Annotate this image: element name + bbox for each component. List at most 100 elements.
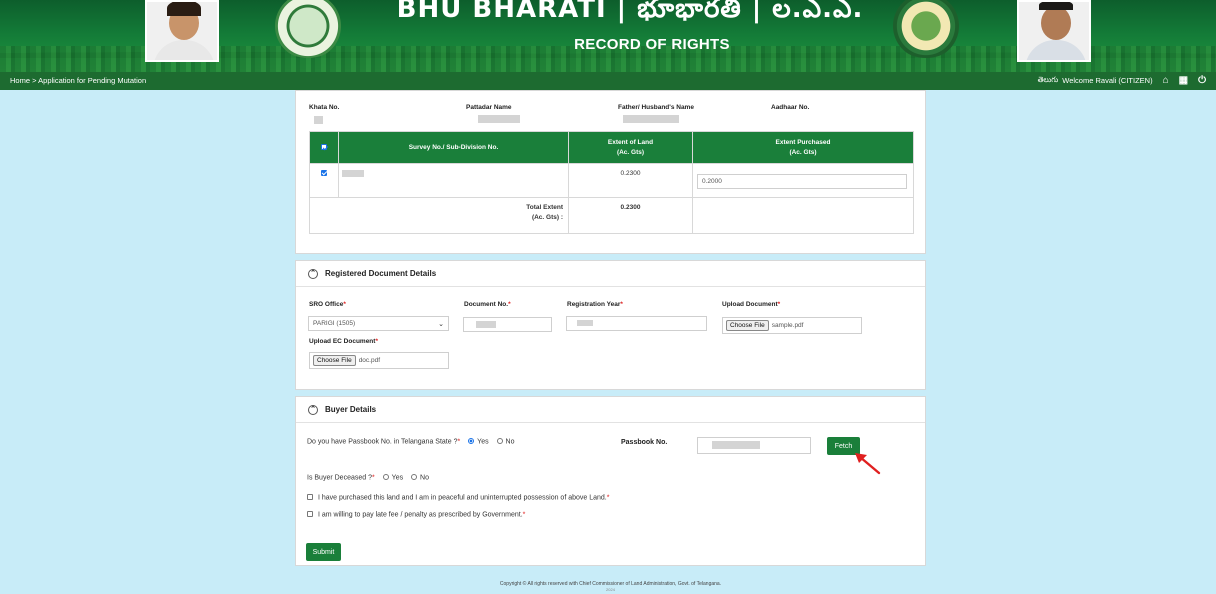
- passbook-question-row: Do you have Passbook No. in Telangana St…: [307, 438, 515, 445]
- chevron-down-icon: ⌄: [438, 320, 444, 328]
- required-marker: *: [606, 494, 610, 502]
- collapse-icon[interactable]: ⌃: [308, 268, 318, 279]
- total-extent-value: 0.2300: [568, 197, 693, 234]
- khata-no-value: [314, 116, 323, 124]
- extent-purchased-header-unit: (Ac. Gts): [789, 149, 817, 156]
- survey-table: Survey No./ Sub-Division No. Extent of L…: [309, 131, 914, 234]
- grid-menu-icon[interactable]: ▦: [1179, 75, 1188, 86]
- leader-photo-left: [145, 0, 219, 62]
- required-marker: *: [375, 338, 378, 345]
- declaration-1-text[interactable]: I have purchased this land and I am in p…: [318, 494, 607, 501]
- submit-button[interactable]: Submit: [306, 543, 341, 561]
- passbook-no-label: Passbook No.: [621, 439, 668, 446]
- copyright-year: 2024: [606, 587, 615, 592]
- deceased-question-row: Is Buyer Deceased ?* Yes No: [307, 474, 429, 481]
- survey-no-value: [342, 170, 364, 177]
- extent-purchased-input[interactable]: 0.2000: [697, 174, 907, 189]
- collapse-icon[interactable]: ⌃: [308, 404, 318, 415]
- declaration-2-row: I am willing to pay late fee / penalty a…: [307, 511, 525, 518]
- extent-purchased-header-label: Extent Purchased: [775, 139, 831, 146]
- document-no-label-text: Document No.: [464, 301, 509, 308]
- select-all-checkbox[interactable]: [321, 143, 327, 150]
- required-marker: *: [457, 438, 461, 446]
- registered-document-title: Registered Document Details: [325, 269, 437, 278]
- header-banner: BHU BHARATI | భూభారతి | ల.ఎ.ఎ. RECORD OF…: [0, 0, 1216, 72]
- passbook-no-radio[interactable]: [496, 438, 503, 444]
- footer: Copyright © All rights reserved with Chi…: [295, 581, 926, 592]
- declaration-2-text[interactable]: I am willing to pay late fee / penalty a…: [318, 511, 523, 518]
- passbook-question: Do you have Passbook No. in Telangana St…: [307, 438, 458, 446]
- deceased-no-radio[interactable]: [411, 474, 418, 480]
- passbook-yes-radio[interactable]: [468, 438, 475, 444]
- red-arrow-annotation: [855, 453, 881, 475]
- declaration-1-checkbox[interactable]: [307, 494, 313, 500]
- select-all-header[interactable]: [309, 131, 339, 164]
- extent-purchased-header: Extent Purchased (Ac. Gts): [692, 131, 914, 164]
- welcome-text: Welcome Ravali (CITIZEN): [1062, 76, 1153, 85]
- buyer-details-title: Buyer Details: [325, 405, 377, 414]
- document-no-value: [476, 321, 496, 328]
- father-name-label: Father/ Husband's Name: [618, 104, 694, 111]
- required-marker: *: [343, 301, 346, 308]
- declaration-1-row: I have purchased this land and I am in p…: [307, 494, 610, 501]
- banner-title: BHU BHARATI | భూభారతి | ల.ఎ.ఎ.: [396, 0, 864, 24]
- table-total-row: Total Extent (Ac. Gts) : 0.2300: [309, 197, 914, 234]
- sro-office-select[interactable]: PARIGI (1505) ⌄: [308, 316, 449, 331]
- pattadar-name-label: Pattadar Name: [466, 104, 512, 111]
- upload-ec-label: Upload EC Document*: [309, 338, 378, 345]
- passbook-no-input[interactable]: [697, 437, 811, 454]
- deceased-question: Is Buyer Deceased ?: [307, 474, 372, 482]
- upload-document-input[interactable]: Choose File sample.pdf: [722, 317, 862, 334]
- extent-purchased-cell: 0.2000: [692, 163, 914, 198]
- passbook-no-value: [712, 441, 760, 449]
- registered-document-header[interactable]: ⌃ Registered Document Details: [296, 261, 925, 287]
- language-toggle[interactable]: తెలుగు: [1038, 75, 1059, 86]
- declaration-2-checkbox[interactable]: [307, 511, 313, 517]
- total-extent-label: Total Extent: [526, 204, 563, 211]
- registration-year-value: [577, 320, 593, 326]
- required-marker: *: [371, 474, 375, 482]
- deceased-yes-radio[interactable]: [382, 474, 389, 480]
- deceased-yes-label[interactable]: Yes: [392, 474, 403, 481]
- sro-office-label-text: SRO Office: [309, 301, 344, 308]
- registered-document-card: ⌃ Registered Document Details SRO Office…: [295, 260, 926, 390]
- aadhaar-no-label: Aadhaar No.: [771, 104, 810, 111]
- leader-photo-right: [1017, 0, 1091, 62]
- row-checkbox[interactable]: [321, 170, 327, 176]
- survey-no-cell: [338, 163, 569, 198]
- required-marker: *: [777, 301, 781, 308]
- power-icon[interactable]: ⏻: [1198, 75, 1206, 86]
- upload-ec-filename: doc.pdf: [358, 357, 381, 364]
- buyer-details-header[interactable]: ⌃ Buyer Details: [296, 397, 925, 423]
- registration-year-label: Registration Year*: [567, 301, 623, 308]
- extent-land-cell: 0.2300: [568, 163, 693, 198]
- total-label-cell: Total Extent (Ac. Gts) :: [309, 197, 569, 234]
- deceased-no-label[interactable]: No: [420, 474, 429, 481]
- passbook-no-label[interactable]: No: [506, 438, 515, 445]
- upload-ec-input[interactable]: Choose File doc.pdf: [309, 352, 449, 369]
- land-details-card: Khata No. Pattadar Name Father/ Husband'…: [295, 90, 926, 254]
- sro-office-value: PARIGI (1505): [313, 320, 356, 327]
- choose-file-button[interactable]: Choose File: [313, 355, 356, 366]
- total-extent-unit: (Ac. Gts) :: [531, 214, 563, 221]
- registration-year-label-text: Registration Year: [567, 301, 621, 308]
- passbook-yes-label[interactable]: Yes: [477, 438, 488, 445]
- buyer-details-card: ⌃ Buyer Details Do you have Passbook No.…: [295, 396, 926, 566]
- required-marker: *: [620, 301, 623, 308]
- registration-year-input[interactable]: [566, 316, 707, 331]
- required-marker: *: [522, 511, 526, 519]
- choose-file-button[interactable]: Choose File: [726, 320, 769, 331]
- upload-document-filename: sample.pdf: [771, 322, 804, 329]
- upload-document-label-text: Upload Document: [722, 301, 778, 308]
- document-no-input[interactable]: [463, 317, 552, 332]
- breadcrumb[interactable]: Home > Application for Pending Mutation: [10, 76, 146, 85]
- home-icon[interactable]: ⌂: [1163, 75, 1169, 86]
- survey-header: Survey No./ Sub-Division No.: [338, 131, 569, 164]
- extent-land-header: Extent of Land (Ac. Gts): [568, 131, 693, 164]
- document-no-label: Document No.*: [464, 301, 511, 308]
- cropped-row: [304, 91, 904, 95]
- sro-office-label: SRO Office*: [309, 301, 346, 308]
- table-row: 0.2300 0.2000: [309, 163, 914, 198]
- upload-document-label: Upload Document*: [722, 301, 780, 308]
- banner-subtitle: RECORD OF RIGHTS: [574, 36, 730, 53]
